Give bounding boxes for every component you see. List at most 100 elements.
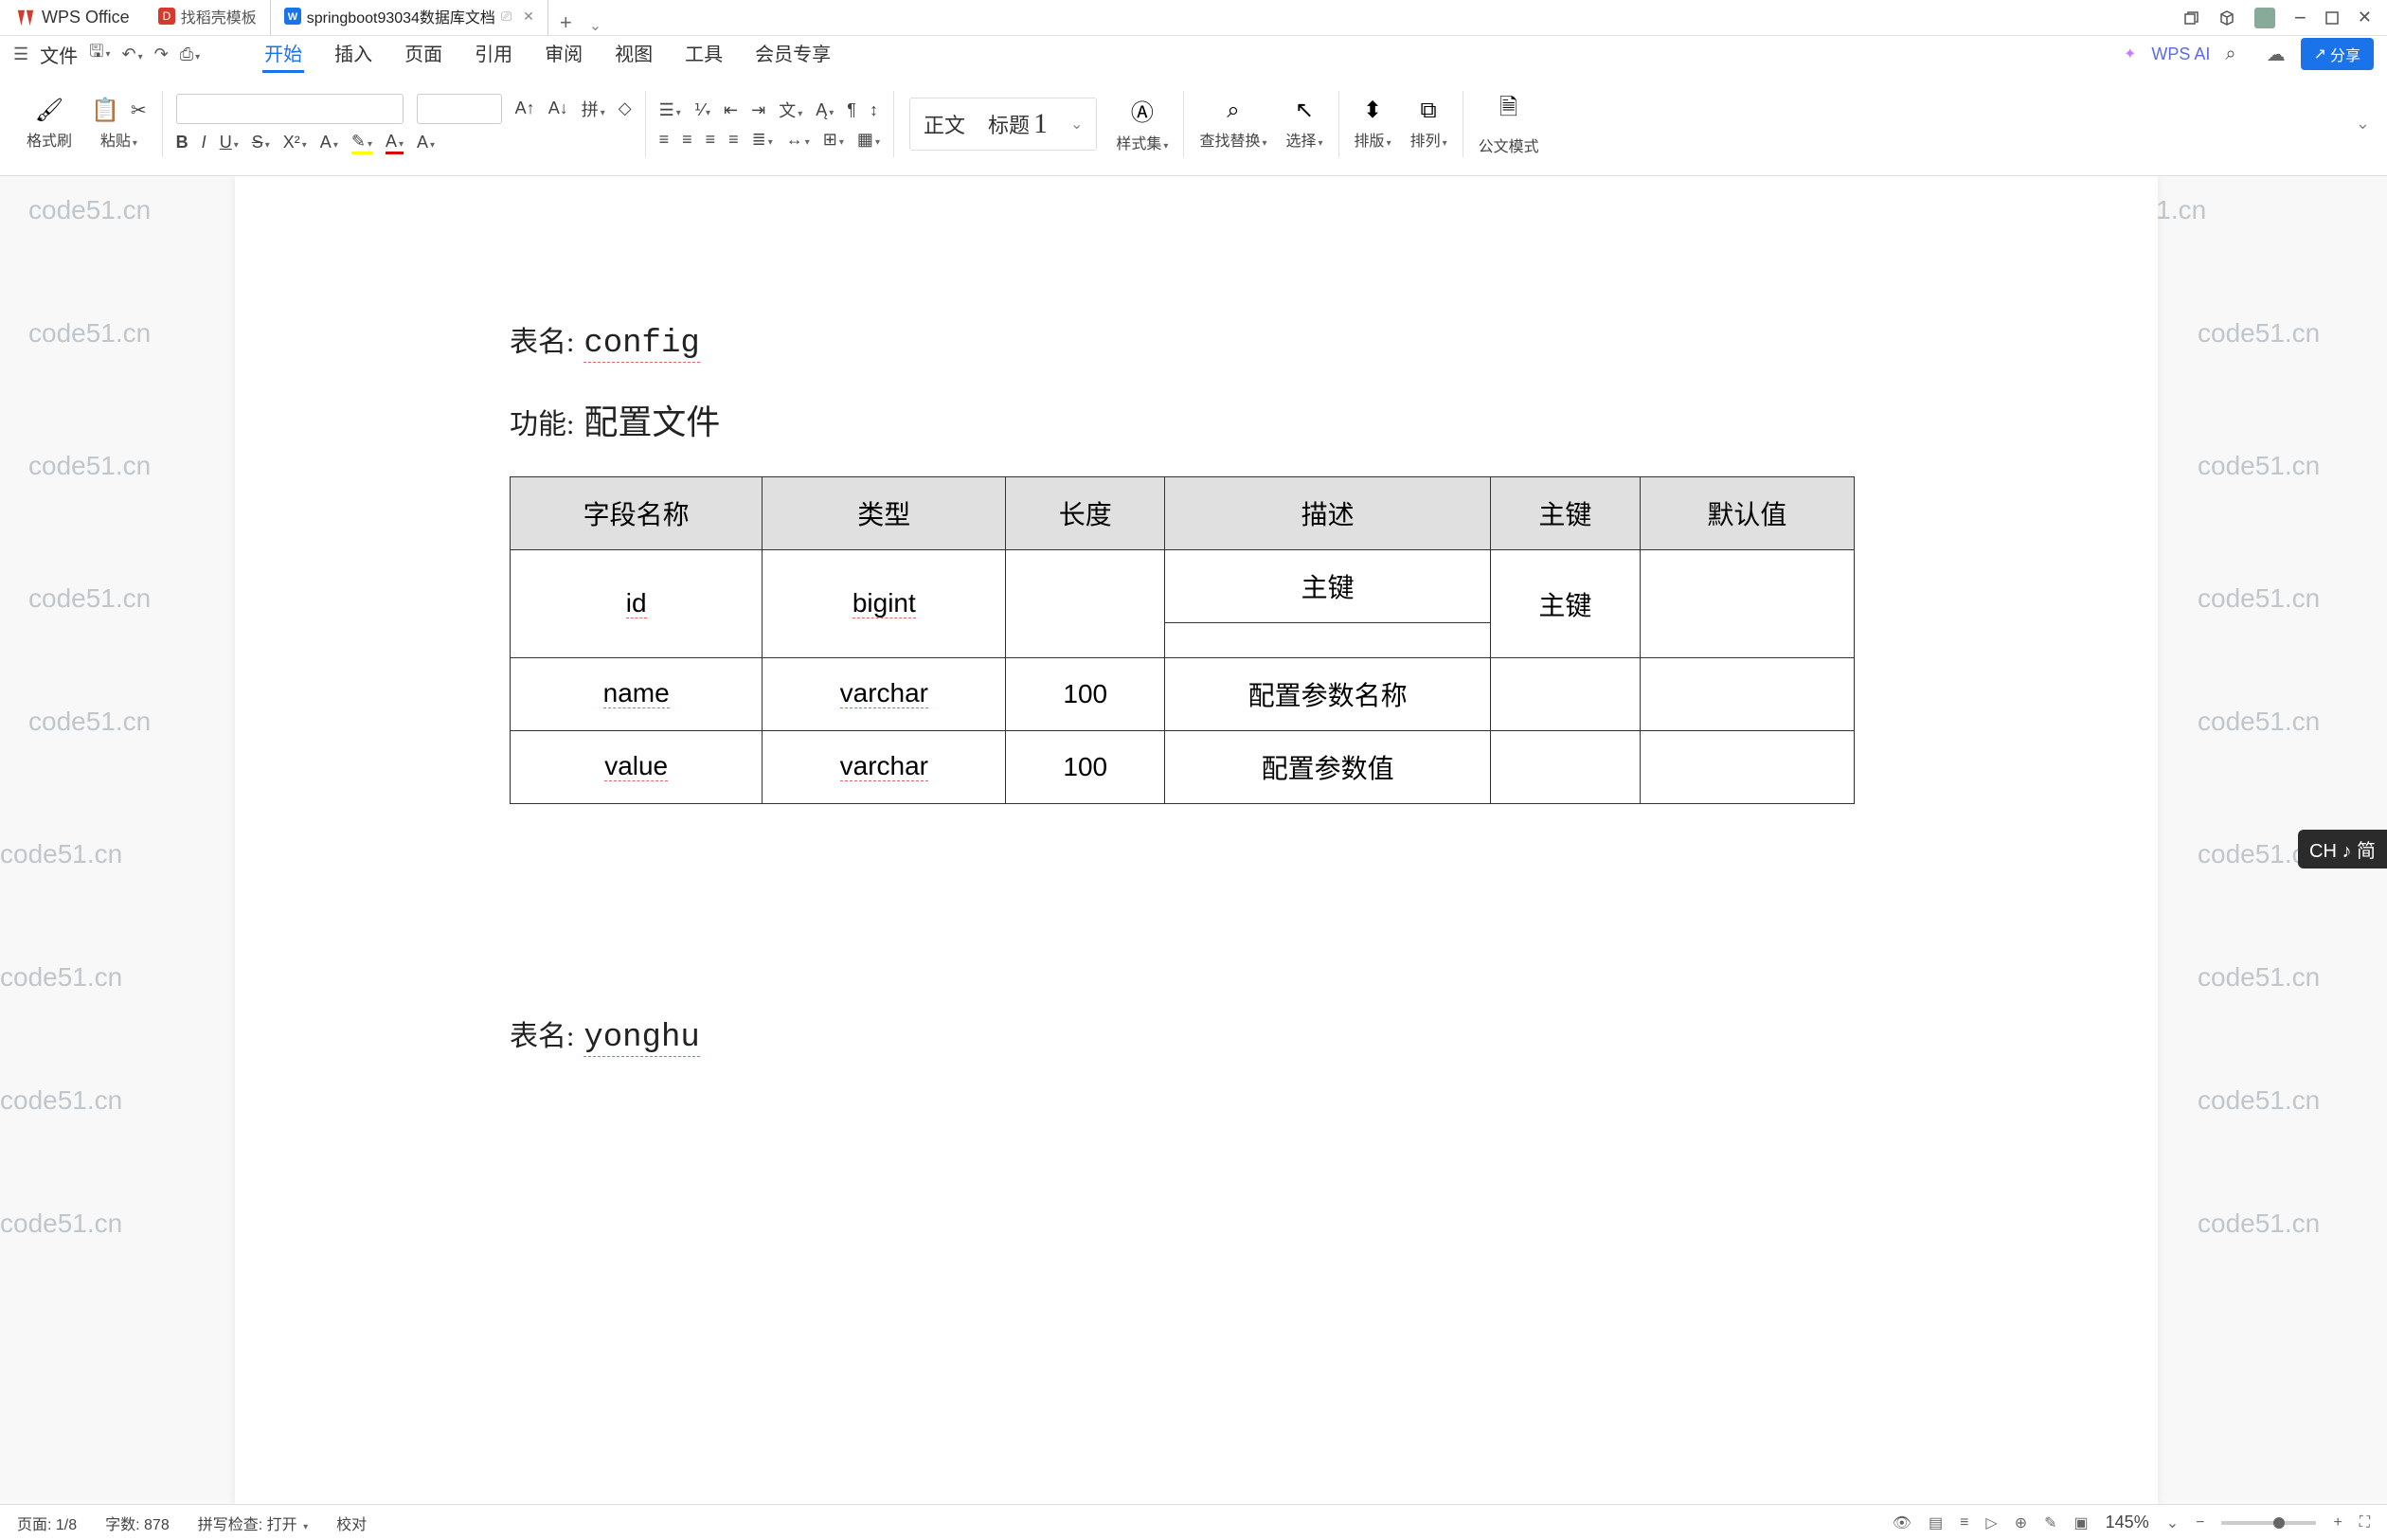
clear-format-icon[interactable]: ◇: [619, 98, 632, 118]
menu-tools[interactable]: 工具: [683, 35, 725, 73]
close-window-icon[interactable]: ✕: [2358, 8, 2372, 27]
align-right-icon[interactable]: ≡: [706, 130, 716, 150]
bold-icon[interactable]: B: [176, 133, 188, 152]
spacing-icon[interactable]: ↔▾: [786, 130, 810, 150]
avatar-icon[interactable]: [2254, 8, 2275, 28]
increase-font-icon[interactable]: A↑: [515, 98, 535, 118]
cursor-icon[interactable]: ↖: [1295, 97, 1314, 124]
strikethrough-icon[interactable]: S▾: [252, 133, 270, 152]
close-icon[interactable]: ✕: [523, 9, 534, 25]
ribbon-collapse-icon[interactable]: ⌄: [2356, 114, 2370, 134]
menu-review[interactable]: 审阅: [543, 35, 584, 73]
align-justify-icon[interactable]: ≡: [728, 130, 739, 150]
file-menu[interactable]: 文件: [40, 41, 78, 68]
eye-icon[interactable]: 👁: [1893, 1513, 1911, 1532]
gov-mode-label[interactable]: 公文模式: [1479, 134, 1539, 156]
style-set-label[interactable]: 样式集▾: [1116, 131, 1168, 153]
layout-icon[interactable]: ⬍: [1363, 97, 1382, 124]
print-icon[interactable]: ⎙▾: [180, 45, 200, 64]
bullet-list-icon[interactable]: ☰▾: [659, 100, 681, 120]
add-tab-button[interactable]: +: [548, 10, 583, 35]
font-family-select[interactable]: [176, 94, 404, 124]
web-view-icon[interactable]: ⊕: [2015, 1513, 2027, 1532]
menu-view[interactable]: 视图: [613, 35, 655, 73]
align-center-icon[interactable]: ≡: [682, 130, 692, 150]
menu-home[interactable]: 开始: [262, 35, 304, 73]
arrange-icon[interactable]: ⧉: [1421, 98, 1437, 124]
shading-icon[interactable]: A▾: [417, 133, 435, 152]
increase-indent-icon[interactable]: ⇥: [751, 100, 765, 120]
format-painter-icon[interactable]: 🖌: [35, 97, 63, 124]
style-gallery[interactable]: 正文 标题1 ⌄: [909, 98, 1097, 151]
menu-reference[interactable]: 引用: [473, 35, 514, 73]
menu-insert[interactable]: 插入: [332, 35, 374, 73]
play-icon[interactable]: ▷: [1985, 1513, 1997, 1532]
highlight-icon[interactable]: ✎▾: [351, 132, 372, 154]
italic-icon[interactable]: I: [202, 133, 206, 152]
style-set-icon[interactable]: Ⓐ: [1131, 94, 1154, 127]
align-left-icon[interactable]: ≡: [659, 130, 670, 150]
edit-mode-icon[interactable]: ✎: [2044, 1513, 2056, 1532]
sort-icon[interactable]: Ą▾: [816, 100, 834, 120]
phonetic-icon[interactable]: 拼▾: [582, 97, 605, 121]
window-restore-icon[interactable]: [2182, 9, 2199, 27]
zoom-out-icon[interactable]: −: [2196, 1514, 2204, 1531]
zoom-in-icon[interactable]: +: [2333, 1514, 2342, 1531]
minimize-icon[interactable]: −: [2294, 6, 2306, 30]
zoom-caret-icon[interactable]: ⌄: [2166, 1513, 2179, 1532]
zoom-value[interactable]: 145%: [2106, 1513, 2149, 1532]
find-replace-label[interactable]: 查找替换▾: [1199, 128, 1266, 151]
status-proofread[interactable]: 校对: [336, 1512, 367, 1534]
show-marks-icon[interactable]: ¶: [847, 100, 856, 120]
distribute-icon[interactable]: ≣▾: [752, 130, 773, 150]
status-page[interactable]: 页面: 1/8: [17, 1512, 77, 1534]
underline-icon[interactable]: U▾: [220, 133, 239, 152]
arrange-label[interactable]: 排列▾: [1410, 128, 1447, 151]
document-icon[interactable]: 🗎: [1499, 91, 1517, 130]
wps-ai-button[interactable]: WPS AI: [2151, 45, 2210, 64]
hamburger-icon[interactable]: ☰: [13, 45, 28, 64]
search-icon[interactable]: ⌕: [2225, 44, 2235, 65]
layout-label[interactable]: 排版▾: [1355, 128, 1391, 151]
status-words[interactable]: 字数: 878: [105, 1512, 170, 1534]
superscript-icon[interactable]: X²▾: [283, 133, 307, 152]
document-page[interactable]: 表名: config 功能: 配置文件 字段名称 类型 长度 描述 主键 默认值…: [235, 176, 2158, 1504]
share-button[interactable]: ↗ 分享: [2301, 38, 2374, 70]
text-direction-icon[interactable]: 文▾: [779, 98, 802, 122]
undo-icon[interactable]: ↶▾: [122, 45, 143, 64]
style-expand-icon[interactable]: ⌄: [1070, 115, 1083, 134]
cloud-icon[interactable]: ☁: [2267, 43, 2286, 66]
number-list-icon[interactable]: ⅟▾: [694, 100, 710, 120]
font-size-select[interactable]: [417, 94, 502, 124]
decrease-indent-icon[interactable]: ⇤: [724, 100, 738, 120]
style-heading1[interactable]: 标题1: [988, 108, 1048, 140]
border-icon[interactable]: ⊞▾: [823, 130, 844, 150]
status-spellcheck[interactable]: 拼写检查: 打开 ▾: [198, 1512, 308, 1534]
cut-icon[interactable]: ✂: [131, 98, 147, 122]
fill-icon[interactable]: ▦▾: [857, 130, 880, 150]
paste-icon[interactable]: 📋: [91, 97, 119, 124]
outline-view-icon[interactable]: ≡: [1960, 1514, 1968, 1531]
cube-icon[interactable]: [2218, 9, 2235, 27]
tab-templates[interactable]: D 找稻壳模板: [145, 0, 270, 35]
line-spacing-icon[interactable]: ↕: [870, 100, 878, 120]
menu-member[interactable]: 会员专享: [753, 35, 833, 73]
save-icon[interactable]: 🖫▾: [89, 40, 110, 68]
ime-indicator[interactable]: CH ♪ 简: [2298, 830, 2387, 868]
maximize-icon[interactable]: [2325, 11, 2339, 25]
paste-label[interactable]: 粘贴▾: [100, 128, 137, 151]
redo-icon[interactable]: ↷: [154, 45, 169, 64]
search-icon[interactable]: ⌕: [1227, 98, 1239, 124]
text-effect-icon[interactable]: A▾: [320, 133, 338, 152]
zoom-slider[interactable]: [2221, 1521, 2316, 1525]
select-label[interactable]: 选择▾: [1286, 128, 1323, 151]
fullscreen-icon[interactable]: ⛶: [2360, 1514, 2370, 1531]
menu-page[interactable]: 页面: [403, 35, 444, 73]
style-normal[interactable]: 正文: [924, 109, 965, 139]
decrease-font-icon[interactable]: A↓: [548, 98, 568, 118]
page-view-icon[interactable]: ▤: [1929, 1513, 1943, 1532]
focus-mode-icon[interactable]: ▣: [2074, 1513, 2089, 1532]
tab-document[interactable]: W springboot93034数据库文档 ⎚ ✕: [270, 0, 548, 35]
tab-menu-caret[interactable]: ⌄: [583, 16, 607, 35]
font-color-icon[interactable]: A▾: [386, 132, 404, 154]
